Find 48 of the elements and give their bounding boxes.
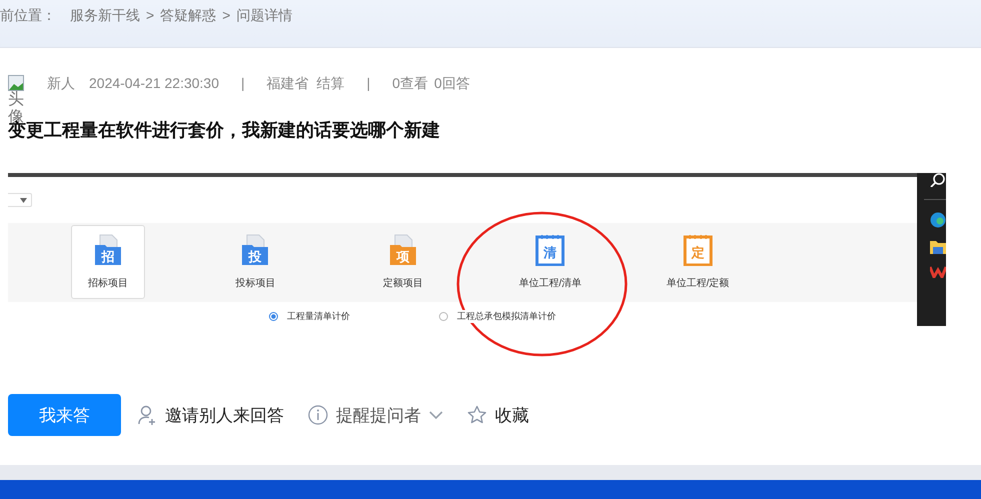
breadcrumb-separator: >: [222, 7, 230, 23]
post-time: 2024-04-21 22:30:30: [89, 74, 219, 91]
app-logo-icon: [930, 266, 946, 278]
project-type-tile[interactable]: 投 投标项目: [218, 225, 292, 300]
breadcrumb-label: 前位置：: [0, 7, 56, 25]
info-icon: [308, 405, 328, 425]
project-type-tile[interactable]: 项 定额项目: [366, 225, 440, 300]
breadcrumb-separator: >: [146, 7, 154, 23]
icon-glyph: 投: [248, 249, 262, 264]
project-type-tile[interactable]: 招 招标项目: [70, 225, 145, 300]
icon-glyph: 项: [396, 249, 410, 264]
icon-glyph: 清: [544, 245, 557, 260]
tile-label: 单位工程/定额: [666, 276, 730, 290]
chevron-down-icon: [429, 411, 443, 419]
answer-button[interactable]: 我来答: [8, 394, 121, 436]
tile-label: 投标项目: [235, 276, 276, 290]
action-link[interactable]: 收藏: [495, 404, 529, 426]
tile-label: 定额项目: [382, 276, 423, 290]
caret-icon: [20, 198, 27, 202]
meta-separator: |: [241, 74, 245, 91]
tile-label: 单位工程/清单: [518, 276, 582, 290]
broken-image-icon: [8, 75, 24, 91]
radio-label: 工程总承包模拟清单计价: [456, 310, 557, 324]
author-name[interactable]: 新人: [47, 73, 75, 93]
meta-separator: |: [366, 74, 370, 91]
action-link[interactable]: 提醒提问者: [336, 404, 421, 426]
breadcrumb-current: 问题详情: [236, 7, 292, 25]
icon-glyph: 定: [691, 245, 704, 260]
breadcrumb-link[interactable]: 服务新干线: [70, 7, 140, 25]
icon-glyph: 招: [101, 249, 114, 264]
stat-count: 0查看: [392, 74, 428, 93]
category-tag: 结算: [316, 73, 345, 93]
tile-label: 招标项目: [88, 276, 128, 290]
action-link[interactable]: 邀请别人来回答: [165, 404, 284, 426]
radio-button[interactable]: [439, 312, 448, 322]
star-icon: [467, 405, 487, 425]
project-type-tile[interactable]: 清 单位工程/清单: [513, 225, 588, 300]
stat-count: 0回答: [434, 74, 470, 93]
radio-button[interactable]: [269, 312, 278, 322]
folder-icon: [930, 240, 946, 254]
dropdown-field[interactable]: [8, 193, 32, 207]
add-user-icon: [137, 405, 157, 425]
radio-label: 工程量清单计价: [286, 310, 351, 324]
breadcrumb-link[interactable]: 答疑解惑: [160, 7, 216, 25]
category-tag: 福建省: [266, 73, 309, 93]
project-type-tile[interactable]: 定 单位工程/定额: [660, 225, 735, 300]
search-icon: [930, 173, 946, 187]
browser-icon: [930, 212, 946, 228]
